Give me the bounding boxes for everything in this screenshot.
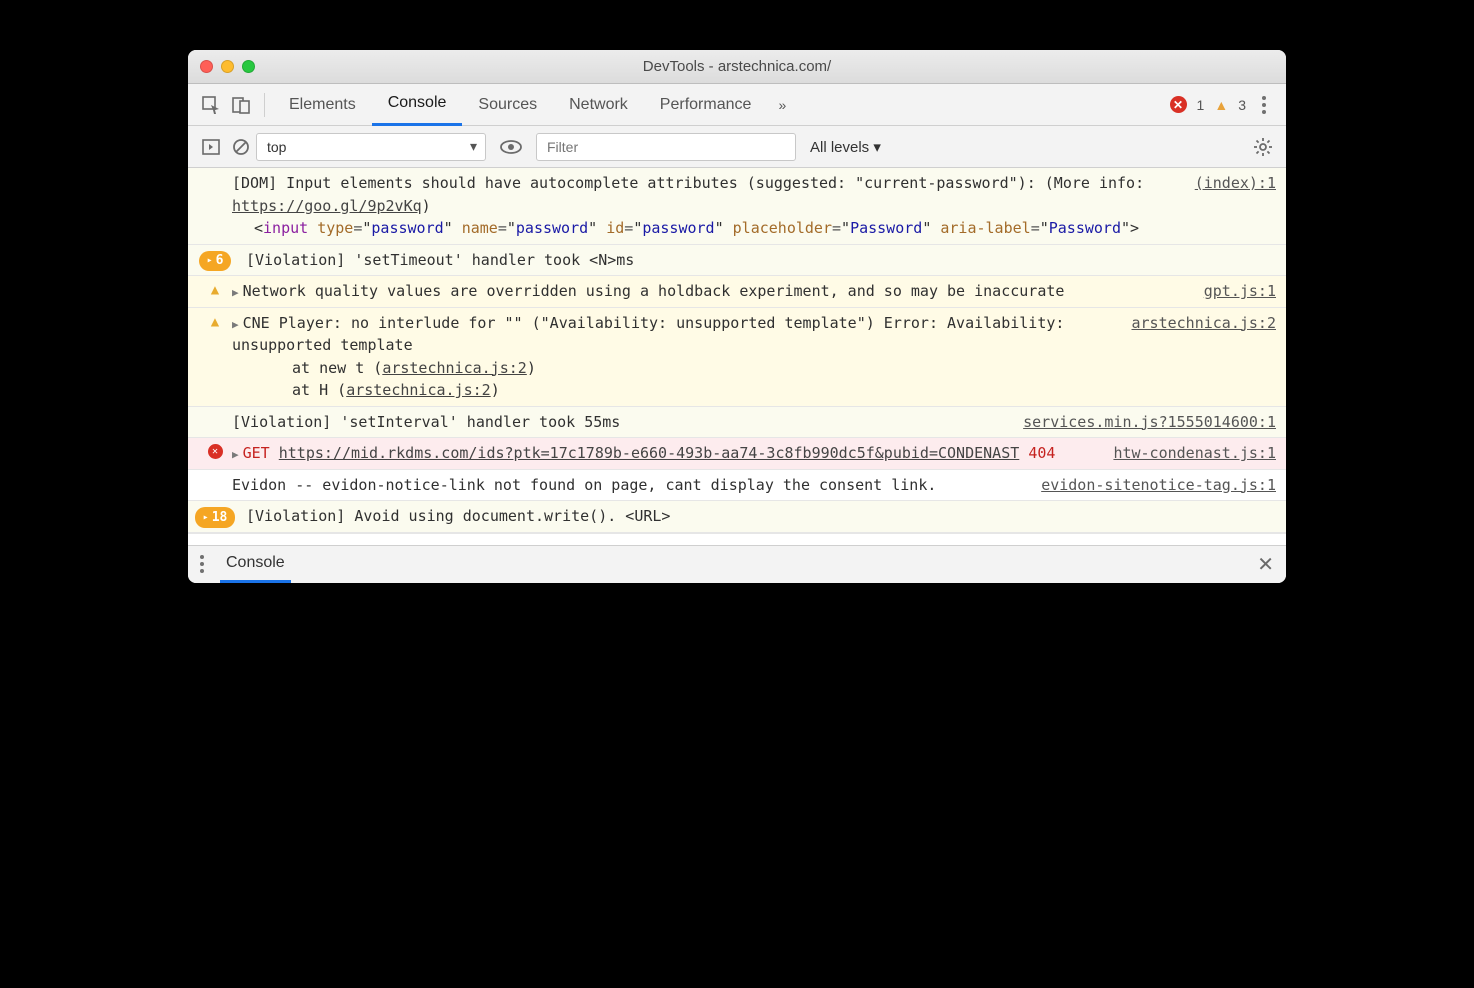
request-url-link[interactable]: https://mid.rkdms.com/ids?ptk=17c1789b-e… [279, 444, 1020, 462]
traffic-lights [200, 60, 255, 73]
log-row: ✕ ▶GET https://mid.rkdms.com/ids?ptk=17c… [188, 438, 1286, 470]
warning-icon: ▲ [211, 282, 219, 303]
minimize-window-icon[interactable] [221, 60, 234, 73]
log-row: [Violation] 'setInterval' handler took 5… [188, 407, 1286, 439]
source-link[interactable]: arstechnica.js:2 [382, 359, 527, 377]
drawer: Console ✕ [188, 545, 1286, 583]
context-select[interactable]: top [256, 133, 486, 161]
log-levels-select[interactable]: All levels ▾ [810, 138, 881, 156]
titlebar: DevTools - arstechnica.com/ [188, 50, 1286, 84]
expand-icon[interactable]: ▶ [232, 286, 239, 299]
zoom-window-icon[interactable] [242, 60, 255, 73]
source-link[interactable]: arstechnica.js:2 [1132, 312, 1277, 332]
clear-console-icon[interactable] [226, 132, 256, 162]
divider [264, 93, 265, 117]
source-link[interactable]: htw-condenast.js:1 [1113, 442, 1276, 462]
devtools-window: DevTools - arstechnica.com/ Elements Con… [188, 50, 1286, 583]
console-toolbar: top All levels ▾ [188, 126, 1286, 168]
device-toolbar-icon[interactable] [226, 90, 256, 120]
repeat-badge[interactable]: 18 [195, 507, 236, 528]
source-link[interactable]: services.min.js?1555014600:1 [1023, 411, 1276, 431]
close-drawer-icon[interactable]: ✕ [1257, 552, 1274, 577]
window-title: DevTools - arstechnica.com/ [188, 58, 1286, 75]
main-tabbar: Elements Console Sources Network Perform… [188, 84, 1286, 126]
live-expression-icon[interactable] [496, 132, 526, 162]
tab-console[interactable]: Console [372, 84, 463, 126]
repeat-badge[interactable]: 6 [199, 251, 232, 272]
error-count: 1 [1197, 97, 1205, 113]
settings-menu-icon[interactable] [1262, 96, 1266, 114]
expand-icon[interactable]: ▶ [232, 448, 239, 461]
console-settings-icon[interactable] [1248, 132, 1278, 162]
info-link[interactable]: https://goo.gl/9p2vKq [232, 197, 422, 215]
tab-sources[interactable]: Sources [462, 84, 553, 126]
more-tabs-icon[interactable]: » [767, 90, 797, 120]
warning-count-icon: ▲ [1214, 97, 1228, 113]
drawer-menu-icon[interactable] [200, 555, 204, 573]
close-window-icon[interactable] [200, 60, 213, 73]
source-link[interactable]: arstechnica.js:2 [346, 381, 491, 399]
issue-counts[interactable]: ✕ 1 ▲ 3 [1170, 96, 1246, 113]
drawer-tab-console[interactable]: Console [220, 545, 291, 583]
console-log: [DOM] Input elements should have autocom… [188, 168, 1286, 545]
log-row: ▲ ▶Network quality values are overridden… [188, 276, 1286, 308]
error-count-icon: ✕ [1170, 96, 1187, 113]
filter-input[interactable] [536, 133, 796, 161]
warning-count: 3 [1238, 97, 1246, 113]
tab-performance[interactable]: Performance [644, 84, 768, 126]
log-row: [DOM] Input elements should have autocom… [188, 168, 1286, 245]
tab-elements[interactable]: Elements [273, 84, 372, 126]
log-row: Evidon -- evidon-notice-link not found o… [188, 470, 1286, 502]
expand-icon[interactable]: ▶ [232, 318, 239, 331]
log-row: ▲ ▶CNE Player: no interlude for "" ("Ava… [188, 308, 1286, 407]
source-link[interactable]: gpt.js:1 [1204, 280, 1276, 300]
inspect-element-icon[interactable] [196, 90, 226, 120]
log-row: 6 [Violation] 'setTimeout' handler took … [188, 245, 1286, 277]
source-link[interactable]: evidon-sitenotice-tag.js:1 [1041, 474, 1276, 494]
tab-network[interactable]: Network [553, 84, 644, 126]
toggle-sidebar-icon[interactable] [196, 132, 226, 162]
source-link[interactable]: (index):1 [1195, 172, 1276, 192]
error-icon: ✕ [208, 444, 223, 459]
warning-icon: ▲ [211, 314, 219, 402]
log-row: 18 [Violation] Avoid using document.writ… [188, 501, 1286, 533]
